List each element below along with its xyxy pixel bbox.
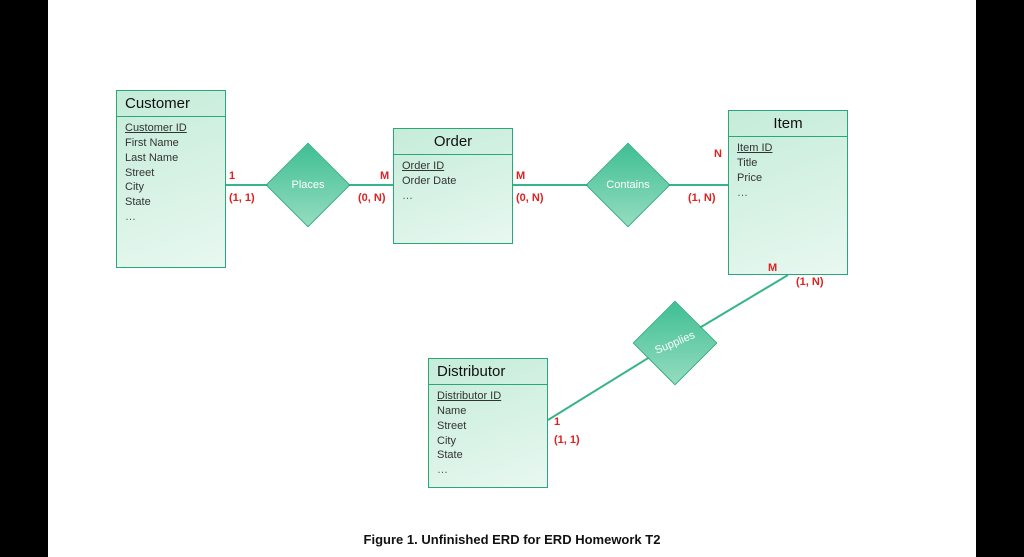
card-item-bottom-p: (1, N)	[796, 276, 824, 288]
entity-attr: Title	[737, 156, 839, 171]
entity-attr: State	[437, 448, 539, 463]
entity-attr: City	[437, 434, 539, 449]
card-customer-out-p: (1, 1)	[229, 192, 255, 204]
relationship-places: Places	[266, 164, 350, 206]
entity-item: Item Item ID Title Price …	[728, 110, 848, 275]
relationship-contains-label: Contains	[586, 164, 670, 206]
entity-customer-pk: Customer ID	[125, 121, 217, 136]
figure-caption: Figure 1. Unfinished ERD for ERD Homewor…	[48, 532, 976, 547]
figure-label: Figure 1.	[364, 532, 418, 547]
entity-item-pk: Item ID	[737, 141, 839, 156]
entity-attr: Order Date	[402, 174, 504, 189]
card-item-bottom-n: M	[768, 262, 777, 274]
entity-attr: First Name	[125, 136, 217, 151]
entity-order-title: Order	[394, 129, 512, 155]
card-distributor-right-n: 1	[554, 416, 560, 428]
card-order-left-n: M	[380, 170, 389, 182]
entity-attr: State	[125, 195, 217, 210]
entity-attr: Street	[125, 166, 217, 181]
entity-attr: Street	[437, 419, 539, 434]
entity-attr: Last Name	[125, 151, 217, 166]
card-customer-out-n: 1	[229, 170, 235, 182]
relationship-contains: Contains	[586, 164, 670, 206]
entity-customer: Customer Customer ID First Name Last Nam…	[116, 90, 226, 268]
card-order-left-p: (0, N)	[358, 192, 386, 204]
card-item-left-n: N	[714, 148, 722, 160]
entity-order: Order Order ID Order Date …	[393, 128, 513, 244]
entity-item-title: Item	[729, 111, 847, 137]
card-order-right-p: (0, N)	[516, 192, 544, 204]
card-item-left-p: (1, N)	[688, 192, 716, 204]
entity-more: …	[437, 463, 539, 478]
entity-more: …	[737, 186, 839, 201]
entity-distributor-body: Distributor ID Name Street City State …	[429, 385, 547, 486]
entity-more: …	[125, 210, 217, 225]
entity-order-pk: Order ID	[402, 159, 504, 174]
card-distributor-right-p: (1, 1)	[554, 434, 580, 446]
erd-canvas: Customer Customer ID First Name Last Nam…	[48, 0, 976, 557]
figure-title: Unfinished ERD for ERD Homework T2	[421, 532, 660, 547]
entity-attr: Name	[437, 404, 539, 419]
entity-attr: City	[125, 180, 217, 195]
entity-attr: Price	[737, 171, 839, 186]
page: Customer Customer ID First Name Last Nam…	[48, 0, 976, 557]
card-order-right-n: M	[516, 170, 525, 182]
relationship-places-label: Places	[266, 164, 350, 206]
entity-item-body: Item ID Title Price …	[729, 137, 847, 208]
entity-distributor-pk: Distributor ID	[437, 389, 539, 404]
entity-distributor: Distributor Distributor ID Name Street C…	[428, 358, 548, 488]
entity-distributor-title: Distributor	[429, 359, 547, 385]
relationship-supplies: Supplies	[633, 322, 717, 364]
entity-order-body: Order ID Order Date …	[394, 155, 512, 212]
entity-more: …	[402, 189, 504, 204]
entity-customer-body: Customer ID First Name Last Name Street …	[117, 117, 225, 233]
entity-customer-title: Customer	[117, 91, 225, 117]
